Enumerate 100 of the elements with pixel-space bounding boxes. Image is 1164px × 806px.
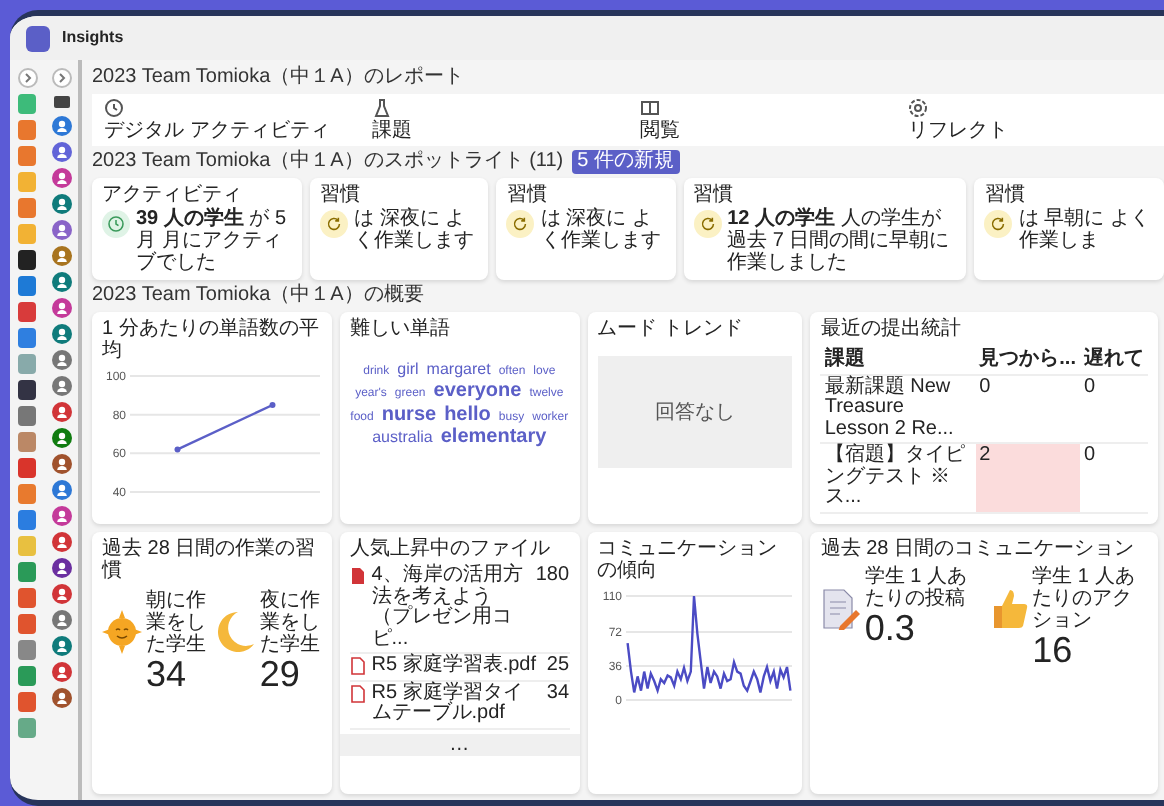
- pdf-file-icon: [349, 683, 366, 704]
- refresh-icon: [506, 210, 535, 238]
- data-point: [269, 401, 276, 408]
- avatar-icon[interactable]: [51, 636, 71, 656]
- table-cell: 2: [975, 443, 1080, 513]
- avatar-icon[interactable]: [51, 558, 71, 578]
- card-title: 習慣: [693, 183, 736, 206]
- file-count: 34: [546, 683, 570, 705]
- stat-label: 学生 1 人あたりの投稿: [864, 566, 969, 611]
- cloud-word: elementary: [440, 426, 547, 450]
- avatar-icon[interactable]: [51, 298, 71, 318]
- card-title: 最近の提出統計: [820, 317, 963, 341]
- data-point: [174, 446, 181, 453]
- stat-label: 学生 1 人あたりのアクション: [1032, 566, 1137, 633]
- thumbs-up-icon: [988, 586, 1029, 631]
- spotlight-card[interactable]: 習慣 は 早朝に よく作業しま: [974, 177, 1164, 281]
- avatar-icon[interactable]: [51, 246, 71, 266]
- spotlight-card[interactable]: 習慣 は 深夜に よく作業します: [496, 177, 676, 281]
- avatar-icon[interactable]: [51, 376, 71, 396]
- avatar-icon[interactable]: [51, 402, 71, 422]
- stat-value: 16: [1032, 632, 1075, 669]
- avatar-icon[interactable]: [51, 584, 71, 604]
- card-title: 1 分あたりの単語数の平均: [102, 317, 321, 364]
- file-name[interactable]: R5 家庭学習タイムテーブル.pdf: [371, 683, 541, 726]
- clock-icon: [102, 210, 130, 238]
- table-cell: 0: [1079, 443, 1148, 513]
- stat-value: 34: [146, 655, 189, 692]
- section-heading: 2023 Team Tomioka（中１A）のレポート: [92, 66, 466, 89]
- sun-icon: [102, 609, 142, 654]
- report-tab[interactable]: 課題: [372, 119, 616, 142]
- cloud-word: girl: [397, 360, 419, 380]
- avatar-icon[interactable]: [51, 116, 71, 136]
- card-title: ムード トレンド: [597, 317, 745, 341]
- refresh-icon: [984, 210, 1013, 238]
- clock-icon: [104, 97, 124, 117]
- report-tab[interactable]: 閲覧: [640, 119, 884, 142]
- avatar-icon[interactable]: [51, 350, 71, 370]
- cloud-word: margaret: [426, 360, 491, 380]
- avatar-icon[interactable]: [51, 480, 71, 500]
- avatar-icon[interactable]: [51, 324, 71, 344]
- avatar-icon[interactable]: [51, 688, 71, 708]
- flower-icon: [908, 97, 928, 117]
- avatar-icon[interactable]: [51, 168, 71, 188]
- cloud-word: everyone: [433, 380, 522, 404]
- file-name[interactable]: 4、海岸の活用方法を考えよう（プレゼン用コピ...: [371, 566, 530, 651]
- avatar-icon[interactable]: [51, 506, 71, 526]
- spotlight-text: は 深夜に よく作業します: [354, 210, 477, 254]
- column-header: 課題: [820, 348, 976, 375]
- spotlight-text: 12 人の学生 人の学生が過去 7 日間の間に早朝に作業しました: [727, 210, 952, 275]
- expand-icon: [51, 68, 71, 88]
- refresh-icon: [320, 210, 349, 238]
- stat-value: 29: [259, 655, 302, 692]
- app-logo-icon: [26, 25, 50, 51]
- report-tab[interactable]: デジタル アクティビティ: [104, 119, 348, 142]
- book-icon: [640, 97, 660, 117]
- avatar-icon[interactable]: [51, 532, 71, 552]
- card-title: 難しい単語: [349, 317, 452, 341]
- file-count: 180: [535, 566, 570, 588]
- card-title: アクティビティ: [102, 183, 244, 206]
- column-header: 遅れて: [1079, 348, 1148, 375]
- file-name[interactable]: R5 家庭学習表.pdf: [371, 656, 541, 678]
- stat-label: 夜に作業をした学生: [259, 589, 322, 656]
- spotlight-text: 39 人の学生 が 5 月 月にアクティブでした: [136, 210, 289, 275]
- card-title: 人気上昇中のファイル: [349, 537, 552, 561]
- app-title: Insights: [62, 28, 124, 48]
- section-heading: 2023 Team Tomioka（中１A）の概要: [92, 284, 426, 308]
- document-icon: [820, 586, 861, 631]
- pdf-file-icon: [349, 566, 366, 587]
- cloud-word: nurse: [381, 403, 437, 427]
- card-title: 習慣: [506, 183, 549, 206]
- avatar-icon[interactable]: [51, 142, 71, 162]
- flask-icon: [372, 97, 392, 117]
- spotlight-card[interactable]: 習慣 12 人の学生 人の学生が過去 7 日間の間に早朝に作業しました: [683, 177, 967, 281]
- spotlight-card[interactable]: 習慣 は 深夜に よく作業します: [310, 177, 489, 281]
- avatar-icon[interactable]: [51, 272, 71, 292]
- spotlight-text: は 深夜に よく作業します: [540, 210, 663, 254]
- report-tab[interactable]: リフレクト: [908, 119, 1152, 142]
- stat-value: 0.3: [864, 610, 917, 647]
- more-button[interactable]: …: [339, 733, 580, 757]
- avatar-icon[interactable]: [51, 454, 71, 474]
- avatar-icon[interactable]: [51, 194, 71, 214]
- cloud-word: hello: [444, 403, 491, 427]
- stat-label: 朝に作業をした学生: [146, 589, 208, 656]
- table-cell: 0: [1079, 374, 1148, 444]
- table-cell: 最新課題 New Treasure Lesson 2 Re...: [820, 374, 976, 444]
- new-badge: 5 件の新規: [571, 150, 680, 173]
- card-title: 過去 28 日間のコミュニケーション: [820, 537, 1137, 561]
- avatar-icon[interactable]: [51, 220, 71, 240]
- spotlight-card[interactable]: アクティビティ 39 人の学生 が 5 月 月にアクティブでした: [92, 177, 303, 281]
- avatar-icon[interactable]: [51, 428, 71, 448]
- card-title: 習慣: [320, 183, 363, 206]
- empty-message: 回答なし: [654, 401, 735, 425]
- chart-line: [177, 403, 274, 451]
- avatar-icon[interactable]: [51, 662, 71, 682]
- spotlight-text: は 早朝に よく作業しま: [1018, 210, 1153, 254]
- moon-icon: [215, 609, 256, 654]
- avatar-icon[interactable]: [51, 610, 71, 630]
- card-title: コミュニケーションの傾向: [597, 537, 780, 584]
- card-title: 習慣: [984, 183, 1027, 206]
- pdf-file-icon: [349, 656, 366, 677]
